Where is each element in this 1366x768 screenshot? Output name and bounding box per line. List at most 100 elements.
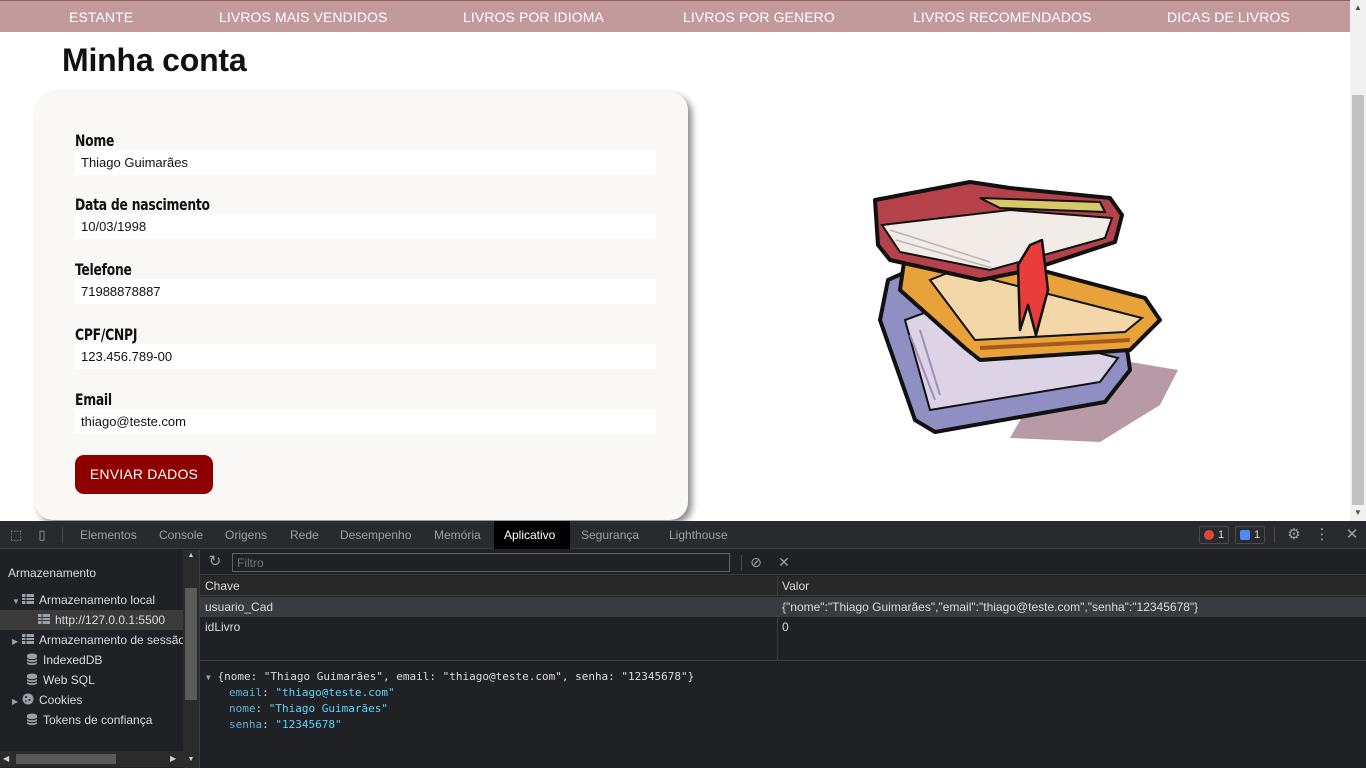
- message-count: 1: [1254, 529, 1261, 541]
- birthdate-field[interactable]: 10/03/1998: [75, 214, 656, 239]
- page-title: Minha conta: [62, 42, 247, 78]
- tab-rede[interactable]: Rede: [280, 521, 329, 549]
- preview-summary-row[interactable]: ▼ {nome: "Thiago Guimarães", email: "thi…: [206, 670, 694, 683]
- clear-all-icon[interactable]: ⊘: [748, 554, 764, 570]
- storage-toolbar: ↻ ⊘ ✕: [200, 550, 1366, 575]
- sidebar-scrollbar-thumb[interactable]: [185, 588, 197, 700]
- preview-prop: nome: "Thiago Guimarães": [229, 702, 388, 715]
- tab-memoria[interactable]: Memória: [424, 521, 491, 549]
- tab-desempenho[interactable]: Desempenho: [330, 521, 421, 549]
- devtools-toolbar: ⬚ ▯ Elementos Console Origens Rede Desem…: [0, 521, 1366, 549]
- toolbar-divider: [62, 527, 63, 543]
- error-count-badge[interactable]: 1: [1199, 526, 1230, 544]
- close-devtools-icon[interactable]: ✕: [1344, 527, 1360, 543]
- tab-elementos[interactable]: Elementos: [70, 521, 147, 549]
- delete-selected-icon[interactable]: ✕: [776, 554, 792, 570]
- grid-icon: [22, 594, 34, 604]
- prop-key: senha: [229, 718, 263, 731]
- inspect-element-icon[interactable]: ⬚: [8, 527, 24, 543]
- tab-lighthouse[interactable]: Lighthouse: [659, 521, 738, 549]
- sidebar-horizontal-scrollbar[interactable]: ◀ ▶: [0, 751, 183, 767]
- table-row[interactable]: usuario_Cad {"nome":"Thiago Guimarães","…: [200, 597, 1366, 617]
- sidebar-item-indexeddb[interactable]: IndexedDB: [0, 650, 183, 670]
- row-key: idLivro: [205, 620, 241, 634]
- sidebar-item-label: Tokens de confiança: [43, 713, 153, 727]
- sidebar-vertical-scrollbar[interactable]: ▲ ▼: [183, 550, 199, 768]
- cpf-label: CPF/CNPJ: [75, 325, 138, 344]
- message-count-badge[interactable]: 1: [1235, 526, 1266, 544]
- email-label: Email: [75, 390, 112, 409]
- sidebar-item-label: Web SQL: [43, 673, 95, 687]
- storage-heading: Armazenamento: [8, 566, 97, 580]
- name-field[interactable]: Thiago Guimarães: [75, 150, 656, 175]
- sidebar-hscroll-thumb[interactable]: [16, 754, 116, 764]
- table-row[interactable]: idLivro 0: [200, 617, 1366, 637]
- key-value-table: Chave Valor usuario_Cad {"nome":"Thiago …: [200, 576, 1366, 661]
- phone-field[interactable]: 71988878887: [75, 279, 656, 304]
- sidebar-item-session-storage[interactable]: ▶ Armazenamento de sessão: [0, 630, 183, 650]
- collapse-triangle-icon[interactable]: ▶: [12, 632, 22, 650]
- scroll-up-arrow-icon[interactable]: ▲: [183, 552, 199, 559]
- more-options-icon[interactable]: ⋮: [1314, 527, 1330, 543]
- scroll-right-arrow-icon[interactable]: ▶: [170, 754, 176, 763]
- toolbar-divider-right: [1274, 527, 1275, 543]
- nav-item-recomendados[interactable]: LIVROS RECOMENDADOS: [913, 9, 1092, 25]
- value-preview: ▼ {nome: "Thiago Guimarães", email: "thi…: [200, 663, 1366, 768]
- application-sidebar: Armazenamento ▼ Armazenamento local http:…: [0, 550, 200, 768]
- row-key: usuario_Cad: [205, 600, 274, 614]
- refresh-icon[interactable]: ↻: [207, 554, 223, 570]
- grid-icon: [22, 634, 34, 644]
- nav-item-por-idioma[interactable]: LIVROS POR IDIOMA: [463, 9, 604, 25]
- sidebar-item-trust-tokens[interactable]: Tokens de confiança: [0, 710, 183, 730]
- prop-value: "12345678": [275, 718, 342, 731]
- phone-label: Telefone: [75, 260, 132, 279]
- sidebar-item-cookies[interactable]: ▶ Cookies: [0, 690, 183, 710]
- filter-divider: [741, 555, 742, 571]
- prop-value: "Thiago Guimarães": [268, 702, 388, 715]
- error-icon: [1204, 530, 1214, 540]
- filter-input[interactable]: [232, 553, 730, 572]
- preview-summary: {nome: "Thiago Guimarães", email: "thiag…: [217, 670, 695, 683]
- prop-key: nome: [229, 702, 256, 715]
- column-header-value[interactable]: Valor: [777, 576, 809, 596]
- expand-triangle-icon[interactable]: ▼: [206, 673, 211, 682]
- preview-prop: email: "thiago@teste.com": [229, 686, 395, 699]
- submit-button[interactable]: ENVIAR DADOS: [75, 455, 213, 494]
- tab-seguranca[interactable]: Segurança: [571, 521, 649, 549]
- row-value: {"nome":"Thiago Guimarães","email":"thia…: [782, 600, 1199, 614]
- tab-origens[interactable]: Origens: [215, 521, 277, 549]
- tab-console[interactable]: Console: [149, 521, 213, 549]
- cpf-field[interactable]: 123.456.789-00: [75, 344, 656, 369]
- birthdate-label: Data de nascimento: [75, 195, 210, 214]
- nav-item-por-genero[interactable]: LIVROS POR GENERO: [683, 9, 835, 25]
- sidebar-item-label: http://127.0.0.1:5500: [55, 613, 166, 627]
- page-scrollbar[interactable]: ▲ ▼: [1350, 0, 1366, 521]
- scroll-down-arrow-icon[interactable]: ▼: [1350, 505, 1366, 521]
- sidebar-item-local-origin[interactable]: http://127.0.0.1:5500: [0, 610, 183, 630]
- device-toolbar-icon[interactable]: ▯: [34, 527, 50, 543]
- database-icon: [26, 713, 38, 725]
- table-header: Chave Valor: [200, 576, 1366, 596]
- scroll-up-arrow-icon[interactable]: ▲: [1350, 0, 1366, 16]
- nav-item-dicas[interactable]: DICAS DE LIVROS: [1167, 9, 1290, 25]
- nav-item-estante[interactable]: ESTANTE: [69, 9, 133, 25]
- column-divider[interactable]: [777, 576, 778, 661]
- sidebar-item-websql[interactable]: Web SQL: [0, 670, 183, 690]
- tab-aplicativo[interactable]: Aplicativo: [494, 521, 570, 549]
- expand-triangle-icon[interactable]: ▼: [12, 592, 22, 610]
- sidebar-item-local-storage[interactable]: ▼ Armazenamento local: [0, 590, 183, 610]
- scroll-down-arrow-icon[interactable]: ▼: [183, 756, 199, 763]
- settings-gear-icon[interactable]: ⚙: [1286, 527, 1302, 543]
- scroll-left-arrow-icon[interactable]: ◀: [3, 754, 9, 763]
- books-stack-illustration: [873, 180, 1178, 442]
- devtools-panel: ⬚ ▯ Elementos Console Origens Rede Desem…: [0, 521, 1366, 768]
- prop-value: "thiago@teste.com": [275, 686, 395, 699]
- sidebar-item-label: Cookies: [39, 693, 83, 707]
- nav-item-mais-vendidos[interactable]: LIVROS MAIS VENDIDOS: [219, 9, 387, 25]
- column-header-key[interactable]: Chave: [200, 576, 240, 596]
- message-icon: [1240, 530, 1250, 540]
- collapse-triangle-icon[interactable]: ▶: [12, 692, 22, 710]
- local-storage-pane: ↻ ⊘ ✕ Chave Valor usuario_Cad {"nome":"T…: [200, 550, 1366, 768]
- email-field[interactable]: thiago@teste.com: [75, 409, 656, 434]
- page-scrollbar-thumb[interactable]: [1352, 95, 1364, 505]
